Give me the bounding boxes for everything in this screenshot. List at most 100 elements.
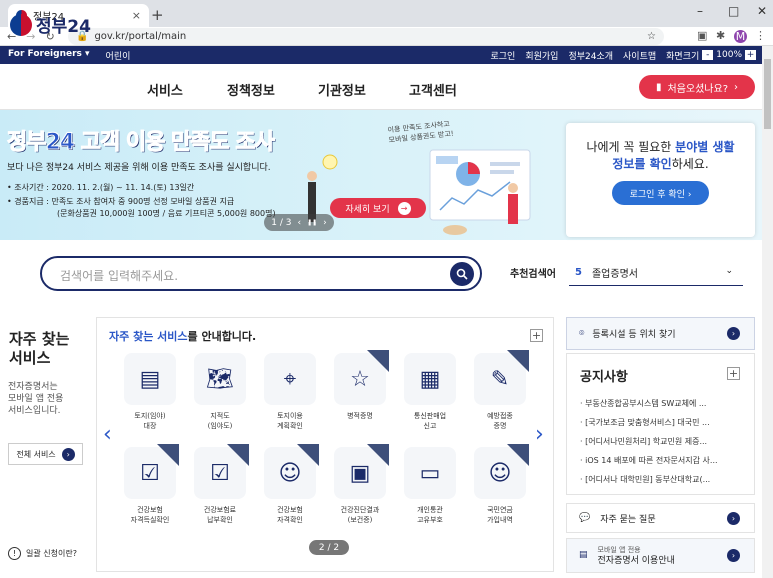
more-services-button[interactable]: + xyxy=(530,329,543,342)
banner-prev-icon[interactable]: ‹ xyxy=(297,218,301,228)
service-item[interactable]: ☺ 국민연금 가입내역 xyxy=(473,444,529,527)
menu-services[interactable]: 서비스 xyxy=(147,80,183,99)
service-label-line2: 대장 xyxy=(143,422,157,430)
faq-label: 자주 묻는 질문 xyxy=(600,514,656,525)
address-bar-row: ← → ↻ 🔒 gov.kr/portal/main ☆ ▣ ✱ M ⋮ xyxy=(0,27,773,46)
login-link[interactable]: 로그인 xyxy=(490,49,515,62)
service-item[interactable]: ✎ 예방접종 증명 xyxy=(473,350,529,433)
service-item[interactable]: ▭ 개인통관 고유부호 xyxy=(403,447,457,527)
survey-detail-button[interactable]: 자세히 보기 → xyxy=(330,198,426,218)
chevron-right-icon: › xyxy=(734,81,739,93)
puzzle-icon[interactable]: ✱ xyxy=(716,29,725,42)
service-item[interactable]: 🗺 지적도 (임야도) xyxy=(193,353,247,433)
banner-next-icon[interactable]: › xyxy=(323,218,327,228)
site-logo[interactable]: 정부24 xyxy=(10,12,91,37)
login-card-text-1: 나에게 꼭 필요한 xyxy=(586,140,676,154)
service-icon: ▦ xyxy=(404,353,456,405)
signup-link[interactable]: 회원가입 xyxy=(525,49,558,62)
services-next-button[interactable]: › xyxy=(535,422,544,447)
mobile-cert-text: 모바일 앱 전용 전자증명서 이용안내 xyxy=(598,545,675,567)
about-link[interactable]: 정부24소개 xyxy=(568,49,613,62)
chat-bubble-icon: 💬 xyxy=(579,513,591,523)
service-label-line1: 건강진단결과 xyxy=(340,506,380,514)
services-prev-button[interactable]: ‹ xyxy=(103,422,112,447)
service-item[interactable]: ▤ 토지(임야) 대장 xyxy=(123,353,177,433)
extension-icon[interactable]: ▣ xyxy=(697,29,707,42)
zoom-in-button[interactable]: + xyxy=(745,50,756,60)
minimize-button[interactable]: – xyxy=(697,4,703,18)
login-to-check-button[interactable]: 로그인 후 확인 › xyxy=(612,181,709,205)
service-label-line1: 토지(임야) xyxy=(134,412,166,420)
notice-item[interactable]: · iOS 14 배포에 따른 전자문서지갑 사... xyxy=(580,455,750,466)
service-label: 통신판매업 신고 xyxy=(414,411,446,431)
notice-item-text: [어디서나민원처리] 학교민원 제증... xyxy=(585,437,708,446)
service-item[interactable]: ▦ 통신판매업 신고 xyxy=(403,353,457,433)
find-facility-link[interactable]: ⌾ 등록시설 등 위치 찾기 › xyxy=(566,317,755,350)
faq-link[interactable]: 💬 자주 묻는 질문 › xyxy=(566,503,755,533)
first-visit-button[interactable]: ▮ 처음오셨나요? › xyxy=(639,75,755,99)
service-glyph-icon: ▦ xyxy=(419,366,441,392)
tab-close-icon[interactable]: × xyxy=(132,9,141,22)
kebab-menu-icon[interactable]: ⋮ xyxy=(755,29,766,42)
notice-item[interactable]: · [국가보조금 맞춤형서비스] 대국민 ... xyxy=(580,417,750,428)
mobile-cert-guide-link[interactable]: ▤ 모바일 앱 전용 전자증명서 이용안내 › xyxy=(566,538,755,573)
recommended-search-label: 추천검색어 xyxy=(510,269,556,280)
service-item[interactable]: ☑ 건강보험료 납부확인 xyxy=(193,444,249,527)
url-text: gov.kr/portal/main xyxy=(94,31,187,42)
banner-title: 정부24 고객 이용 만족도 조사 xyxy=(7,130,276,156)
service-icon: ▤ xyxy=(124,353,176,405)
service-label-line1: 병적증명 xyxy=(347,412,373,420)
service-item[interactable]: ▣ 건강진단결과 (보건증) xyxy=(333,444,389,527)
notice-item[interactable]: · [어디서나민원처리] 학교민원 제증... xyxy=(580,436,750,447)
url-field[interactable]: 🔒 gov.kr/portal/main ☆ xyxy=(68,28,664,45)
close-window-button[interactable]: ✕ xyxy=(757,4,767,18)
notice-item[interactable]: · 부동산종합공부시스템 SW교체에 ... xyxy=(580,398,750,409)
notice-item[interactable]: · [어디서나 대학민원] 동부산대학교(... xyxy=(580,474,750,485)
maximize-button[interactable]: □ xyxy=(728,4,739,18)
service-label: 지적도 (임야도) xyxy=(208,411,233,431)
banner-reward: • 경품지급 : 만족도 조사 참여자 중 900명 선정 모바일 상품권 지급 xyxy=(7,197,235,206)
menu-customer-center[interactable]: 고객센터 xyxy=(409,80,457,99)
service-label: 건강진단결과 (보건증) xyxy=(341,505,380,525)
search-button[interactable] xyxy=(450,262,474,286)
search-box[interactable]: 검색어를 입력해주세요. xyxy=(40,256,482,291)
bookmark-icon: ▮ xyxy=(655,81,662,93)
zoom-out-button[interactable]: - xyxy=(702,50,714,60)
sitemap-link[interactable]: 사이트맵 xyxy=(623,49,656,62)
bulk-request-link[interactable]: ! 일괄 신청이란? xyxy=(8,547,77,560)
menu-agency[interactable]: 기관정보 xyxy=(318,80,366,99)
notice-item-text: [어디서나 대학민원] 동부산대학교(... xyxy=(585,475,711,484)
service-label-line1: 건강보험 xyxy=(137,506,163,514)
mobile-badge-icon xyxy=(297,444,319,466)
mobile-badge-icon xyxy=(507,350,529,372)
all-services-button[interactable]: 전체 서비스 › xyxy=(8,443,83,465)
for-foreigners-link[interactable]: For Foreigners ▾ xyxy=(8,49,90,62)
service-item[interactable]: ☆ 병적증명 xyxy=(333,350,389,433)
recommended-search-select[interactable]: 5 졸업증명서 ⌄ xyxy=(569,260,743,286)
login-card-text: 나에게 꼭 필요한 분야별 생활 정보를 확인하세요. xyxy=(566,139,755,173)
more-notices-button[interactable]: + xyxy=(727,367,740,380)
new-tab-button[interactable]: + xyxy=(151,6,164,24)
kids-link[interactable]: 어린이 xyxy=(106,49,131,62)
service-item[interactable]: ☺ 건강보험 자격확인 xyxy=(263,444,319,527)
lp-desc-2: 모바일 앱 전용 xyxy=(8,394,64,404)
service-item[interactable]: ☑ 건강보험 자격득실확인 xyxy=(123,444,179,527)
service-item[interactable]: ⌖ 토지이용 계획확인 xyxy=(263,353,317,433)
login-card-highlight-1: 분야별 생활 xyxy=(675,140,735,154)
profile-avatar[interactable]: M xyxy=(734,30,747,43)
service-icon: ☺ xyxy=(264,444,319,499)
service-label-line2: 가입내역 xyxy=(487,516,513,524)
chevron-right-icon: › xyxy=(61,447,75,461)
menu-policy[interactable]: 정책정보 xyxy=(227,80,275,99)
banner-pause-icon[interactable]: ❚❚ xyxy=(307,219,317,226)
services-pager: 2 / 2 xyxy=(309,540,349,555)
mobile-badge-icon xyxy=(227,444,249,466)
scrollbar-thumb[interactable] xyxy=(764,59,771,129)
service-label-line1: 국민연금 xyxy=(487,506,513,514)
bookmark-star-icon[interactable]: ☆ xyxy=(647,31,656,42)
mobile-badge-icon xyxy=(507,444,529,466)
service-icon: ⌖ xyxy=(264,353,316,405)
search-input[interactable]: 검색어를 입력해주세요. xyxy=(60,267,178,284)
login-card-highlight-2: 정보를 확인 xyxy=(612,157,672,171)
service-label-line2: 신고 xyxy=(423,422,437,430)
